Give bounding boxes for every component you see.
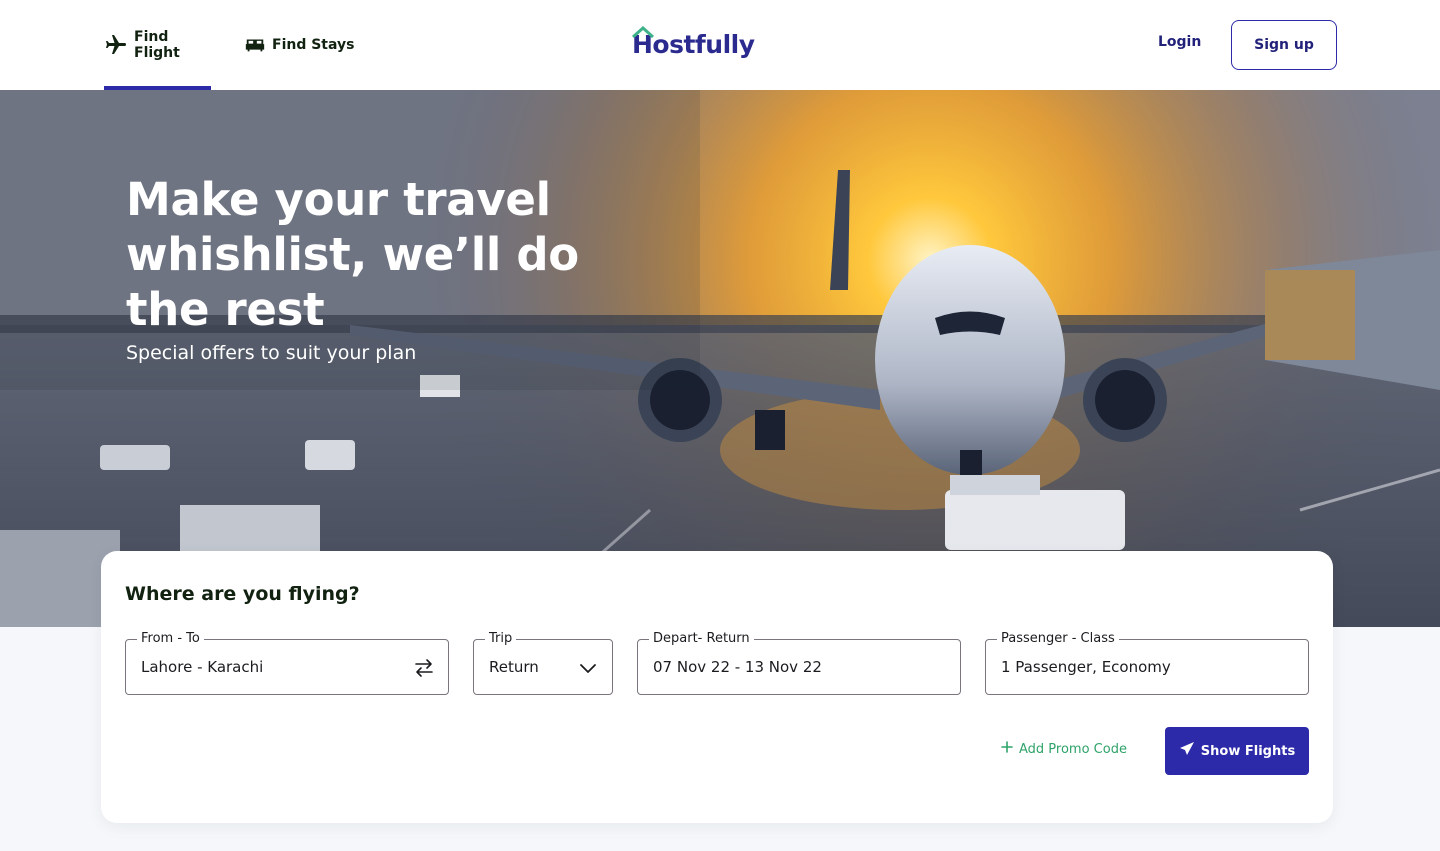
signup-button[interactable]: Sign up: [1231, 20, 1337, 70]
show-flights-button[interactable]: Show Flights: [1165, 727, 1309, 775]
passenger-class-field[interactable]: Passenger - Class 1 Passenger, Economy: [985, 631, 1309, 695]
logo[interactable]: Hostfully: [632, 24, 755, 64]
from-to-field[interactable]: From - To Lahore - Karachi: [125, 631, 449, 695]
field-label: Trip: [485, 631, 517, 646]
trip-select[interactable]: Trip Return: [473, 631, 613, 695]
swap-icon[interactable]: [412, 656, 436, 684]
field-value: Lahore - Karachi: [141, 658, 264, 676]
field-value: Return: [489, 658, 539, 676]
tab-label: Find Flight: [134, 29, 180, 61]
search-title: Where are you flying?: [125, 583, 360, 605]
login-link[interactable]: Login: [1158, 34, 1201, 50]
hero-subtitle: Special offers to suit your plan: [126, 342, 417, 364]
chevron-down-icon: [576, 656, 600, 684]
house-roof-icon: [632, 25, 654, 38]
hero-banner: Make your travel whishlist, we’ll do the…: [0, 90, 1440, 627]
button-label: Show Flights: [1200, 743, 1296, 759]
depart-return-field[interactable]: Depart- Return 07 Nov 22 - 13 Nov 22: [637, 631, 961, 695]
tab-find-stays[interactable]: Find Stays: [244, 0, 354, 90]
field-value: 07 Nov 22 - 13 Nov 22: [653, 658, 822, 676]
field-label: Passenger - Class: [997, 631, 1119, 646]
airplane-icon: [104, 33, 128, 57]
promo-label: Add Promo Code: [1019, 741, 1127, 757]
plus-icon: [1001, 741, 1013, 757]
field-value: 1 Passenger, Economy: [1001, 658, 1171, 676]
bed-icon: [244, 34, 266, 56]
flight-search-card: Where are you flying? From - To Lahore -…: [101, 551, 1333, 823]
add-promo-code-link[interactable]: Add Promo Code: [1001, 741, 1127, 757]
paper-plane-icon: [1179, 741, 1195, 761]
field-label: From - To: [137, 631, 204, 646]
tab-label: Find Stays: [272, 37, 355, 53]
hero-title: Make your travel whishlist, we’ll do the…: [126, 173, 579, 336]
tab-find-flight[interactable]: Find Flight: [104, 0, 211, 90]
field-label: Depart- Return: [649, 631, 754, 646]
top-nav: Find Flight Find Stays Hostfully Login S…: [0, 0, 1440, 90]
